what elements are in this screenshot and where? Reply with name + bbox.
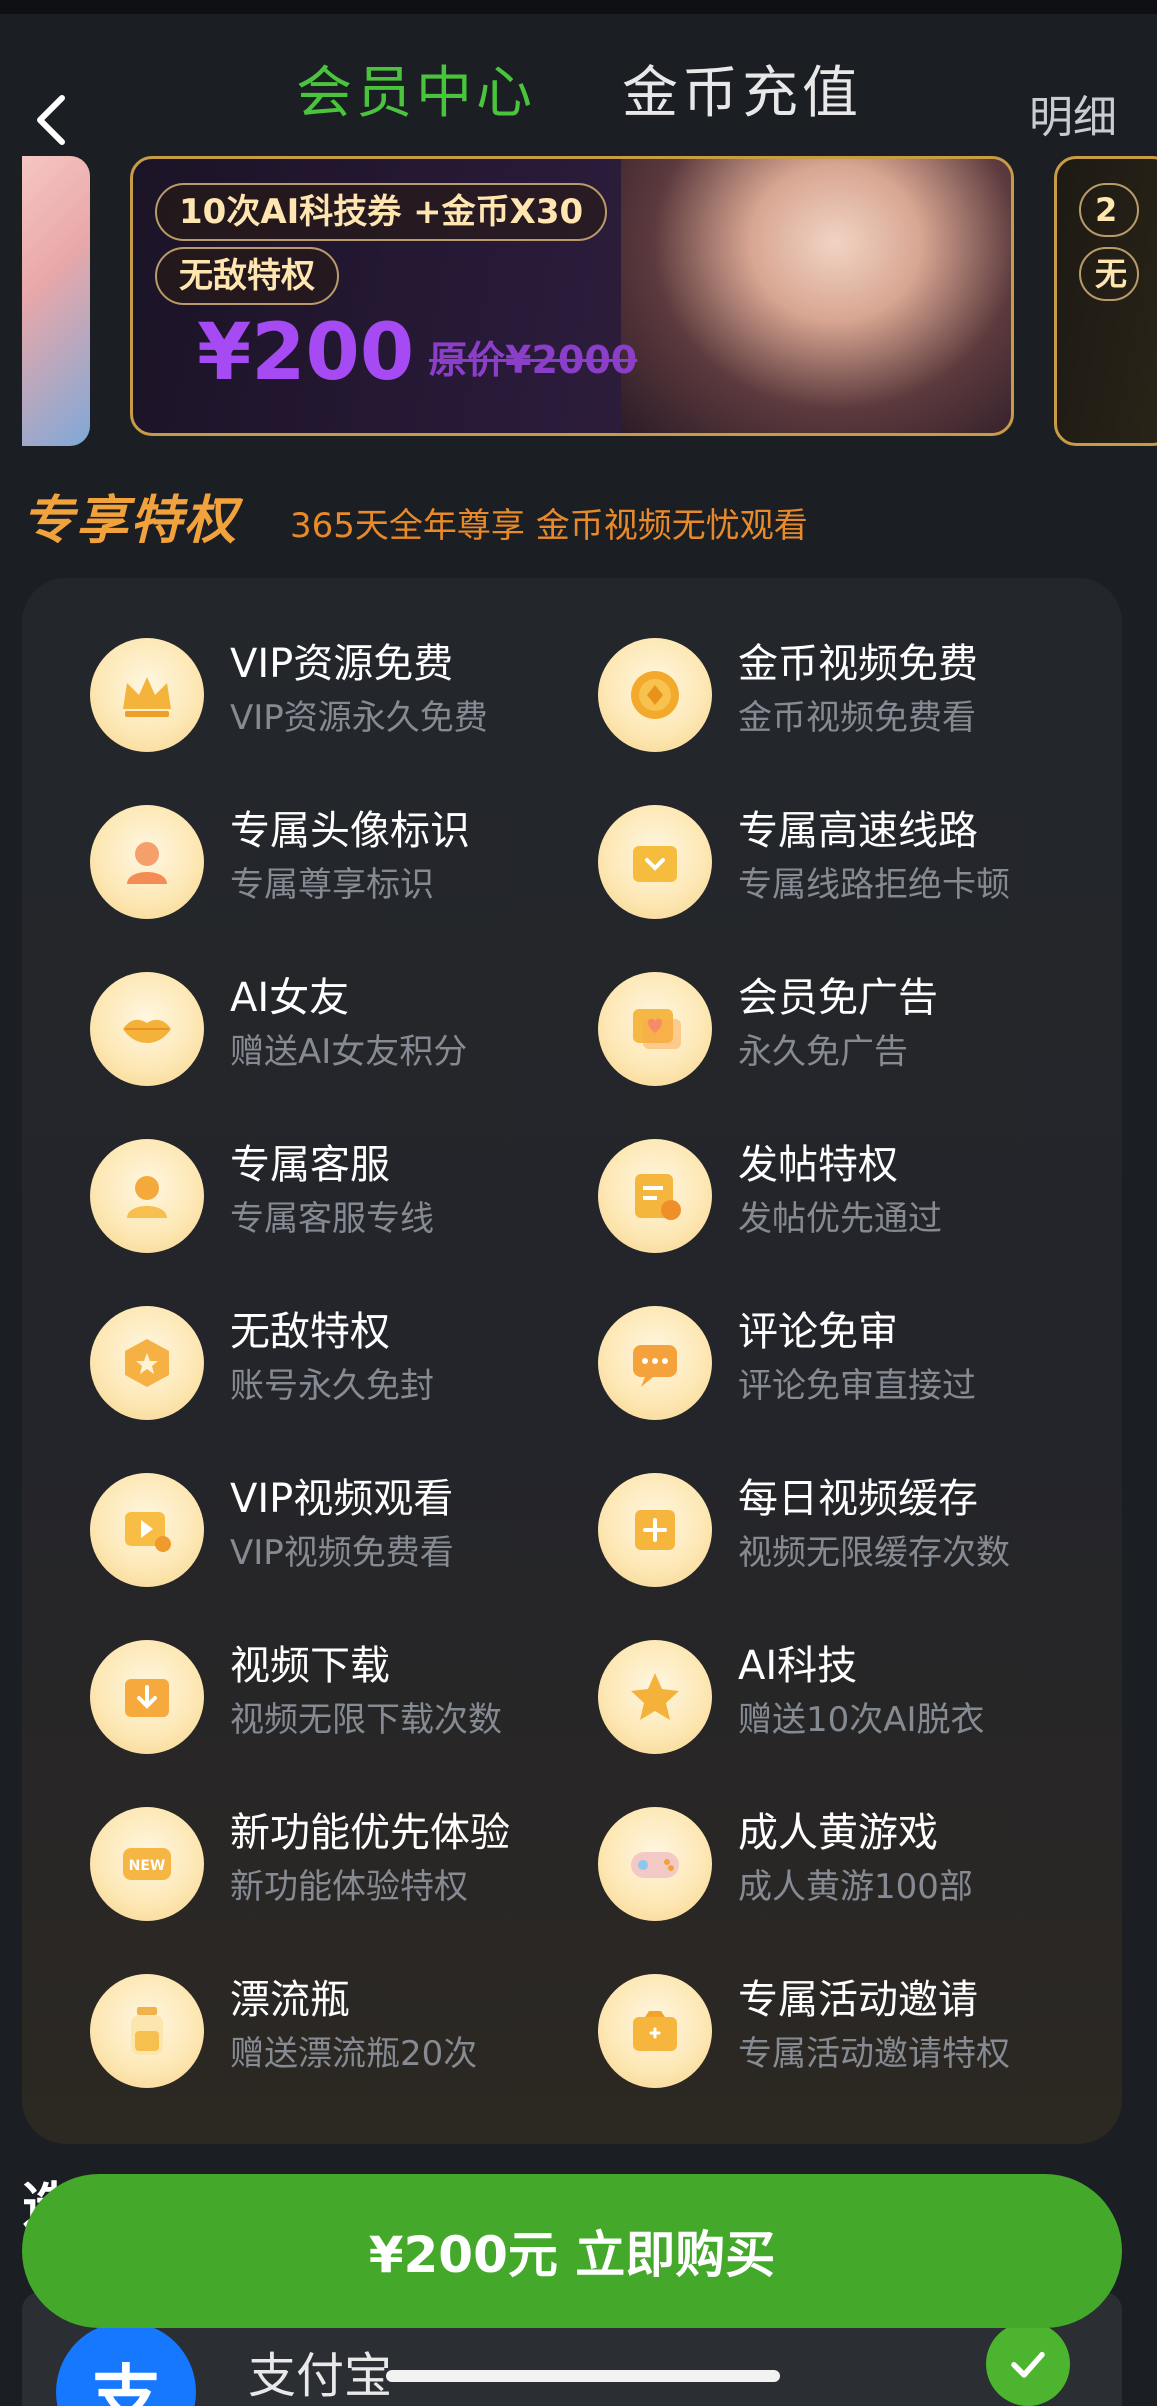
- feature-item: 发帖特权 发帖优先通过: [598, 1129, 1098, 1259]
- feature-title: 专属活动邀请: [738, 1977, 978, 2023]
- feature-item: VIP视频观看 VIP视频免费看: [90, 1463, 590, 1593]
- feature-desc: 赠送10次AI脱衣: [738, 1700, 985, 1740]
- feature-item: 漂流瓶 赠送漂流瓶20次: [90, 1964, 590, 2094]
- feature-title: 每日视频缓存: [738, 1476, 978, 1522]
- home-indicator: [386, 2370, 780, 2382]
- feature-item: 专属高速线路 专属线路拒绝卡顿: [598, 795, 1098, 925]
- feature-desc: 金币视频免费看: [738, 698, 976, 738]
- heart-chat-icon: [598, 972, 712, 1086]
- play-video-icon: [90, 1473, 204, 1587]
- bottle-icon: [90, 1974, 204, 2088]
- feature-title: 成人黄游戏: [738, 1810, 938, 1856]
- feature-desc: 专属客服专线: [230, 1199, 434, 1239]
- feature-item: AI女友 赠送AI女友积分: [90, 962, 590, 1092]
- tab-member-center[interactable]: 会员中心: [296, 54, 536, 134]
- feature-desc: 赠送AI女友积分: [230, 1032, 468, 1072]
- top-header: 会员中心 金币充值 明细: [0, 14, 1157, 154]
- feature-item: 视频下载 视频无限下载次数: [90, 1630, 590, 1760]
- shield-star-icon: [90, 1306, 204, 1420]
- comment-icon: [598, 1306, 712, 1420]
- svg-text:NEW: NEW: [129, 1858, 166, 1874]
- feature-desc: 账号永久免封: [230, 1366, 434, 1406]
- banner-price: ¥200: [197, 308, 415, 398]
- banner-prev-partial[interactable]: [22, 156, 90, 446]
- crown-icon: [90, 638, 204, 752]
- feature-title: VIP资源免费: [230, 641, 454, 687]
- feature-item: 评论免审 评论免审直接过: [598, 1296, 1098, 1426]
- feature-title: 新功能优先体验: [230, 1810, 510, 1856]
- details-link[interactable]: 明细: [1029, 78, 1117, 158]
- chevron-left-icon: [37, 95, 65, 145]
- feature-item: 每日视频缓存 视频无限缓存次数: [598, 1463, 1098, 1593]
- feature-title: 发帖特权: [738, 1142, 898, 1188]
- feature-title: 专属高速线路: [738, 808, 978, 854]
- feature-desc: 专属线路拒绝卡顿: [738, 865, 1010, 905]
- coin-icon: [598, 638, 712, 752]
- feature-item: 专属头像标识 专属尊享标识: [90, 795, 590, 925]
- back-button[interactable]: [30, 84, 74, 156]
- feature-title: 无敌特权: [230, 1309, 390, 1355]
- feature-item: 专属客服 专属客服专线: [90, 1129, 590, 1259]
- check-icon[interactable]: [986, 2322, 1070, 2406]
- feature-item: VIP资源免费 VIP资源永久免费: [90, 628, 590, 758]
- status-bar: [0, 0, 1157, 14]
- feature-title: 漂流瓶: [230, 1977, 350, 2023]
- person-icon: [90, 1139, 204, 1253]
- folder-down-icon: [598, 805, 712, 919]
- feature-item: 无敌特权 账号永久免封: [90, 1296, 590, 1426]
- post-icon: [598, 1139, 712, 1253]
- star-icon: [598, 1640, 712, 1754]
- new-badge-icon: NEW: [90, 1807, 204, 1921]
- feature-desc: 新功能体验特权: [230, 1867, 468, 1907]
- feature-desc: 发帖优先通过: [738, 1199, 942, 1239]
- alipay-icon: 支: [56, 2322, 196, 2406]
- avatar-icon: [90, 805, 204, 919]
- banner-next-pill-1: 2: [1079, 183, 1139, 237]
- payment-method-label: 支付宝: [248, 2348, 393, 2404]
- banner-pill-coupon: 10次AI科技券 +金币X30: [155, 183, 608, 241]
- gamepad-icon: [598, 1807, 712, 1921]
- feature-item: NEW 新功能优先体验 新功能体验特权: [90, 1797, 590, 1927]
- feature-desc: 评论免审直接过: [738, 1366, 976, 1406]
- feature-desc: 专属尊享标识: [230, 865, 434, 905]
- privilege-heading: 专享特权: [22, 491, 239, 551]
- banner-pill-privilege: 无敌特权: [155, 247, 339, 305]
- feature-desc: 赠送漂流瓶20次: [230, 2034, 478, 2074]
- feature-item: 金币视频免费 金币视频免费看: [598, 628, 1098, 758]
- banner-next-pill-2: 无: [1079, 247, 1139, 301]
- feature-title: 专属客服: [230, 1142, 390, 1188]
- feature-desc: 视频无限缓存次数: [738, 1533, 1010, 1573]
- download-box-icon: [90, 1640, 204, 1754]
- feature-desc: 视频无限下载次数: [230, 1700, 502, 1740]
- promo-carousel[interactable]: 10次AI科技券 +金币X30 无敌特权 ¥200 原价¥2000 2 无: [0, 156, 1157, 456]
- feature-title: AI科技: [738, 1643, 858, 1689]
- feature-desc: VIP视频免费看: [230, 1533, 454, 1573]
- feature-title: 金币视频免费: [738, 641, 978, 687]
- feature-desc: 成人黄游100部: [738, 1867, 973, 1907]
- feature-title: AI女友: [230, 975, 350, 1021]
- feature-desc: 永久免广告: [738, 1032, 908, 1072]
- feature-item: 成人黄游戏 成人黄游100部: [598, 1797, 1098, 1927]
- banner-original-price: 原价¥2000: [429, 338, 638, 382]
- feature-title: 会员免广告: [738, 975, 938, 1021]
- feature-desc: 专属活动邀请特权: [738, 2034, 1010, 2074]
- invitation-icon: [598, 1974, 712, 2088]
- feature-desc: VIP资源永久免费: [230, 698, 488, 738]
- tab-coin-recharge[interactable]: 金币充值: [622, 54, 862, 134]
- feature-title: 专属头像标识: [230, 808, 470, 854]
- feature-title: VIP视频观看: [230, 1476, 454, 1522]
- banner-image: [621, 159, 1011, 433]
- feature-item: 专属活动邀请 专属活动邀请特权: [598, 1964, 1098, 2094]
- lips-icon: [90, 972, 204, 1086]
- buy-now-button[interactable]: ¥200元 立即购买: [22, 2174, 1122, 2328]
- privilege-subheading: 365天全年尊享 金币视频无忧观看: [290, 506, 808, 546]
- feature-title: 视频下载: [230, 1643, 390, 1689]
- promo-banner[interactable]: 10次AI科技券 +金币X30 无敌特权 ¥200 原价¥2000: [130, 156, 1014, 436]
- feature-title: 评论免审: [738, 1309, 898, 1355]
- privilege-card: VIP资源免费 VIP资源永久免费 金币视频免费 金币视频免费看 专属头像标识 …: [22, 578, 1122, 2144]
- banner-next-partial[interactable]: 2 无: [1054, 156, 1157, 446]
- cache-plus-icon: [598, 1473, 712, 1587]
- feature-item: AI科技 赠送10次AI脱衣: [598, 1630, 1098, 1760]
- feature-item: 会员免广告 永久免广告: [598, 962, 1098, 1092]
